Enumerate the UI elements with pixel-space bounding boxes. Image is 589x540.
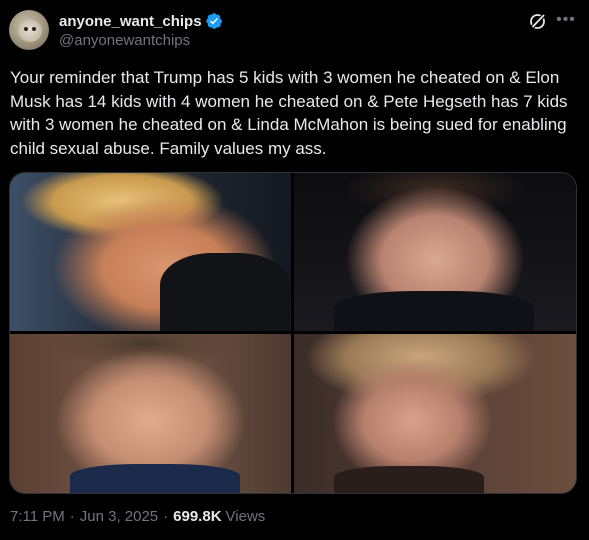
tweet: anyone_want_chips @anyonewantchips ••• Y… [0,0,589,540]
avatar[interactable] [9,10,49,50]
author-block: anyone_want_chips @anyonewantchips [59,11,223,49]
avatar-eye-right [32,27,36,31]
verified-badge-icon[interactable] [205,12,223,30]
grok-icon[interactable] [528,11,548,31]
display-name[interactable]: anyone_want_chips [59,13,202,30]
display-name-row: anyone_want_chips [59,11,223,31]
views-label: Views [225,508,266,525]
more-options-icon[interactable]: ••• [556,10,576,30]
tweet-time[interactable]: 7:11 PM [10,508,65,525]
avatar-face [18,20,42,42]
photo-4[interactable] [294,334,576,493]
photo-3-suit [70,464,240,493]
meta-separator: · [163,508,169,525]
photo-2[interactable] [294,173,576,331]
photo-1[interactable] [10,173,291,331]
avatar-eye-left [24,27,28,31]
tweet-date[interactable]: Jun 3, 2025 [80,508,158,525]
meta-separator: · [69,508,75,525]
photo-2-suit [334,291,534,331]
photo-1-suit [160,253,290,331]
tweet-text: Your reminder that Trump has 5 kids with… [10,68,568,158]
photo-4-suit [334,466,484,493]
views-count[interactable]: 699.8K [173,508,221,525]
tweet-meta: 7:11 PM · Jun 3, 2025 · 699.8K Views [10,508,265,525]
photo-3[interactable] [10,334,291,493]
media-grid [9,172,577,494]
handle[interactable]: @anyonewantchips [59,32,223,49]
